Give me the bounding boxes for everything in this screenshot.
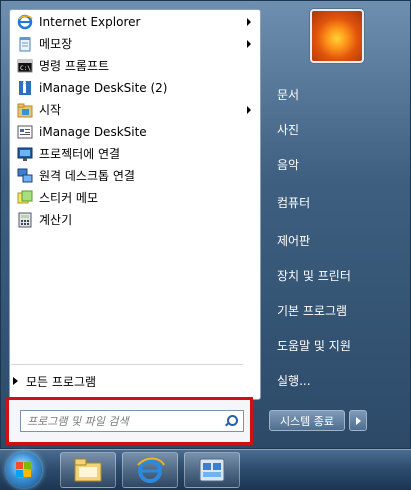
search-field[interactable] bbox=[20, 410, 244, 432]
notepad-icon bbox=[17, 36, 33, 52]
chevron-right-icon bbox=[355, 416, 361, 425]
ie-icon bbox=[17, 14, 33, 30]
program-label: 명령 프롬프트 bbox=[39, 59, 110, 73]
program-label: 메모장 bbox=[39, 37, 73, 51]
program-item-projector[interactable]: 프로젝터에 연결 bbox=[13, 143, 257, 164]
cmd-icon: C:\ bbox=[17, 58, 33, 74]
folder-icon bbox=[74, 458, 102, 482]
shutdown-label: 시스템 종료 bbox=[279, 414, 335, 428]
taskbar-app-button[interactable] bbox=[184, 452, 240, 488]
right-link-control-panel[interactable]: 제어판 bbox=[277, 230, 310, 250]
right-link-label: 실행... bbox=[277, 373, 311, 388]
right-link-label: 음악 bbox=[277, 157, 300, 172]
search-icon[interactable] bbox=[224, 414, 238, 428]
program-item-cmd[interactable]: C:\ 명령 프롬프트 bbox=[13, 55, 257, 76]
program-label: iManage DeskSite (2) bbox=[39, 80, 168, 95]
calculator-icon bbox=[17, 212, 33, 228]
submenu-arrow-icon bbox=[247, 105, 251, 114]
program-item-sticky-notes[interactable]: 스티커 메모 bbox=[13, 187, 257, 208]
start-button[interactable] bbox=[6, 452, 42, 488]
imanage-icon bbox=[17, 124, 33, 140]
search-input[interactable] bbox=[25, 411, 224, 431]
right-link-label: 기본 프로그램 bbox=[277, 303, 348, 318]
shutdown-options-button[interactable] bbox=[349, 410, 367, 431]
divider bbox=[11, 364, 243, 365]
startup-icon bbox=[17, 102, 33, 118]
right-link-label: 도움말 및 지원 bbox=[277, 338, 351, 353]
program-item-imanage-2[interactable]: iManage DeskSite (2) bbox=[13, 77, 257, 98]
right-link-label: 사진 bbox=[277, 122, 300, 137]
right-link-devices-printers[interactable]: 장치 및 프린터 bbox=[277, 265, 351, 285]
submenu-arrow-icon bbox=[247, 17, 251, 26]
right-link-music[interactable]: 음악 bbox=[277, 154, 299, 174]
program-item-remote-desktop[interactable]: 원격 데스크톱 연결 bbox=[13, 165, 257, 186]
windows-logo-icon bbox=[16, 462, 32, 478]
program-label: Internet Explorer bbox=[39, 14, 141, 29]
imanage-icon bbox=[17, 80, 33, 96]
right-link-documents[interactable]: 문서 bbox=[277, 84, 299, 104]
right-link-pictures[interactable]: 사진 bbox=[277, 119, 299, 139]
program-item-calculator[interactable]: 계산기 bbox=[13, 209, 257, 230]
program-item-notepad[interactable]: 메모장 bbox=[13, 33, 257, 54]
taskbar bbox=[0, 449, 411, 490]
expand-arrow-icon bbox=[13, 377, 18, 385]
right-link-help-support[interactable]: 도움말 및 지원 bbox=[277, 335, 351, 355]
shutdown-button[interactable]: 시스템 종료 bbox=[269, 410, 345, 431]
right-link-run[interactable]: 실행... bbox=[277, 370, 311, 390]
right-link-label: 장치 및 프린터 bbox=[277, 268, 351, 283]
program-label: 원격 데스크톱 연결 bbox=[39, 169, 135, 183]
projector-icon bbox=[17, 146, 33, 162]
program-label: 스티커 메모 bbox=[39, 191, 99, 205]
program-item-startup[interactable]: 시작 bbox=[13, 99, 257, 120]
taskbar-explorer-button[interactable] bbox=[60, 452, 116, 488]
program-label: 프로젝터에 연결 bbox=[39, 147, 121, 161]
ie-icon bbox=[137, 457, 165, 483]
remote-desktop-icon bbox=[17, 168, 33, 184]
sticky-notes-icon bbox=[17, 190, 33, 206]
start-menu: Internet Explorer 메모장 C:\ 명령 프롬프트 iManag… bbox=[0, 0, 411, 449]
right-link-label: 컴퓨터 bbox=[277, 195, 311, 210]
svg-text:C:\: C:\ bbox=[20, 65, 31, 72]
all-programs-label: 모든 프로그램 bbox=[26, 374, 97, 389]
user-picture[interactable] bbox=[310, 9, 364, 63]
all-programs-button[interactable]: 모든 프로그램 bbox=[9, 371, 96, 391]
right-link-label: 문서 bbox=[277, 87, 300, 102]
program-label: 시작 bbox=[39, 103, 62, 117]
submenu-arrow-icon bbox=[247, 39, 251, 48]
program-item-internet-explorer[interactable]: Internet Explorer bbox=[13, 11, 257, 32]
right-link-computer[interactable]: 컴퓨터 bbox=[277, 192, 310, 212]
program-label: iManage DeskSite bbox=[39, 124, 147, 139]
right-link-label: 제어판 bbox=[277, 233, 311, 248]
program-item-imanage[interactable]: iManage DeskSite bbox=[13, 121, 257, 142]
application-icon bbox=[199, 458, 225, 482]
program-label: 계산기 bbox=[39, 213, 73, 227]
taskbar-ie-button[interactable] bbox=[122, 452, 178, 488]
right-link-default-programs[interactable]: 기본 프로그램 bbox=[277, 300, 347, 320]
